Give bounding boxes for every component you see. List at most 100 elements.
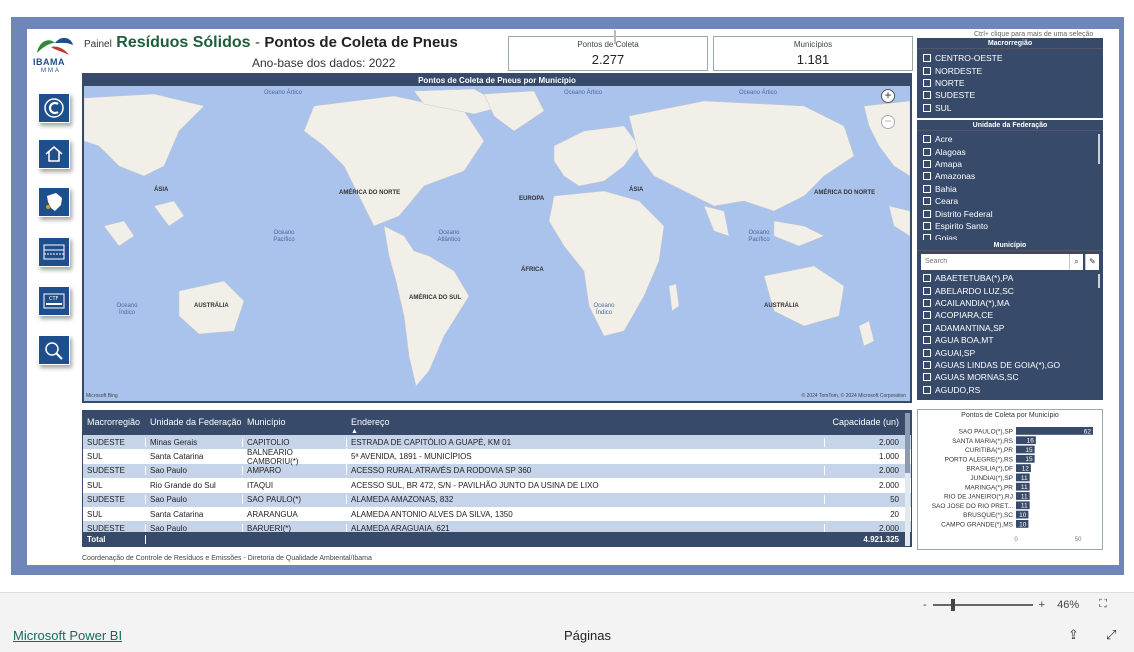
eraser-icon[interactable]: ✎ [1085,254,1099,270]
fullscreen-icon[interactable]: ⤢ [1106,627,1116,643]
checkbox[interactable] [923,348,931,357]
table-cell: 5ª AVENIDA, 1891 - MUNICÍPIOS [347,452,825,462]
world-map-visual[interactable]: Pontos de Coleta de Pneus por Município [82,73,912,403]
nav-brazil-map-button[interactable] [38,187,70,217]
nav-ctf-button[interactable]: CTF [38,286,70,316]
slicer-item[interactable]: NORDESTE [917,64,1103,76]
table-cell: ESTRADA DE CAPITÓLIO A GUAPÉ, KM 01 [347,437,825,447]
table-row[interactable]: SUL Rio Grande do Sul ITAQUI ACESSO SUL, BR… [83,478,911,492]
bar-chart-svg: SAO PAULO(*),SP 62 SANTA MARIA(*),RS 16 CURI… [932,427,1093,543]
slicer-item[interactable]: AGUDO,RS [917,384,1103,396]
slicer-item[interactable]: CENTRO-OESTE [917,52,1103,64]
table-row[interactable]: SUDESTE Minas Gerais CAPITOLIO ESTRADA DE C… [83,435,911,450]
slicer-item[interactable]: Espirito Santo [917,220,1103,232]
slicer-item[interactable]: Amazonas [917,170,1103,182]
checkbox[interactable] [923,336,931,345]
title-main: Resíduos Sólidos [116,34,251,51]
share-icon[interactable]: ⇪ [1068,627,1079,643]
slicer-uf: Unidade da Federação Acre Alagoas Amapa Ama… [917,120,1103,240]
col-header-endereco[interactable]: Endereço ▲ [347,417,825,435]
slicer-item[interactable]: ACOPIARA,CE [917,309,1103,321]
col-header-capacidade[interactable]: Capacidade (un) [825,417,903,427]
checkbox[interactable] [923,274,931,283]
slicer-item[interactable]: NORTE [917,77,1103,89]
checkbox[interactable] [923,103,931,112]
fit-to-page-icon[interactable]: ⛶ [1099,598,1107,611]
slicer-item[interactable]: Bahia [917,183,1103,195]
col-header-municipio[interactable]: Município [243,417,347,427]
slicer-item[interactable]: SUL [917,102,1103,114]
slicer-item[interactable]: SUDESTE [917,89,1103,101]
checkbox[interactable] [923,135,931,144]
slicer-item[interactable]: Acre [917,133,1103,145]
checkbox[interactable] [923,373,931,382]
col-header-macro[interactable]: Macrorregião [83,417,146,427]
zoom-slider-knob[interactable] [950,598,955,611]
checkbox[interactable] [923,311,931,320]
checkbox[interactable] [923,221,931,230]
checkbox[interactable] [923,184,931,193]
slicer-item[interactable]: AGUAS MORNAS,SC [917,371,1103,383]
checkbox[interactable] [923,66,931,75]
checkbox[interactable] [923,159,931,168]
table-cell: 20 [890,509,899,519]
table-cell: SUL [83,509,146,519]
table-cell: BALNEARIO CAMBORIU(*) [243,447,347,466]
checkbox[interactable] [923,147,931,156]
table-row[interactable]: SUL Santa Catarina BALNEARIO CAMBORIU(*) 5ª… [83,447,911,466]
slicer-item[interactable]: Amapa [917,158,1103,170]
slicer-item[interactable]: AGUAI,SP [917,346,1103,358]
table-scrollbar[interactable] [905,413,910,546]
bar[interactable] [1016,427,1093,435]
checkbox[interactable] [923,209,931,218]
slicer-item[interactable]: AGUAS LINDAS DE GOIA(*),GO [917,359,1103,371]
table-cell: SUL [83,452,146,462]
nav-refresh-button[interactable] [38,93,70,123]
checkbox[interactable] [923,286,931,295]
nav-consulta-button[interactable] [38,335,70,365]
map-zoom-in-button[interactable]: + [881,89,895,103]
checkbox[interactable] [923,360,931,369]
nav-table-button[interactable] [38,237,70,267]
municipio-search-input[interactable] [921,254,1069,270]
col-header-uf[interactable]: Unidade da Federação [146,417,243,427]
table-scrollbar-thumb[interactable] [905,413,910,473]
bar-category-label: SAO JOSE DO RIO PRET... [932,503,1013,510]
slicer-item[interactable]: ADAMANTINA,SP [917,322,1103,334]
data-table: Macrorregião Unidade da Federação Municí… [82,410,912,547]
ocean-label: Oceano Ártico [739,90,778,96]
refresh-c-icon [44,98,64,118]
nav-home-button[interactable] [38,139,70,169]
search-icon[interactable]: ⌕ [1069,254,1083,270]
zoom-slider[interactable] [932,598,1033,611]
powerbi-link[interactable]: Microsoft Power BI [13,628,122,643]
map-zoom-out-button[interactable]: − [881,115,895,129]
page-subtitle: Ano-base dos dados: 2022 [252,56,396,70]
slicer-item[interactable]: AGUA BOA,MT [917,334,1103,346]
slicer-item-label: Alagoas [935,146,966,157]
table-row[interactable]: SUL Santa Catarina ARARANGUA ALAMEDA ANTONI… [83,507,911,521]
slicer-item[interactable]: Goias [917,232,1103,240]
checkbox[interactable] [923,323,931,332]
checkbox[interactable] [923,385,931,394]
slicer-scrollbar[interactable] [1098,134,1100,164]
slicer-item[interactable]: Distrito Federal [917,207,1103,219]
checkbox[interactable] [923,54,931,63]
checkbox[interactable] [923,172,931,181]
slicer-item[interactable]: ACAILANDIA(*),MA [917,297,1103,309]
slicer-item[interactable]: Ceara [917,195,1103,207]
zoom-out-button[interactable]: - [923,599,927,611]
checkbox[interactable] [923,298,931,307]
slicer-item[interactable]: ABAETETUBA(*),PA [917,272,1103,284]
checkbox[interactable] [923,91,931,100]
table-row[interactable]: SUDESTE Sao Paulo AMPARO ACESSO RURAL ATRAV… [83,463,911,479]
slicer-scrollbar[interactable] [1098,274,1100,288]
slicer-item[interactable]: ABELARDO LUZ,SC [917,284,1103,296]
checkbox[interactable] [923,78,931,87]
table-row[interactable]: SUDESTE Sao Paulo SAO PAULO(*) ALAMEDA AMAZ… [83,492,911,507]
checkbox[interactable] [923,197,931,206]
zoom-in-button[interactable]: + [1039,599,1045,611]
pages-button[interactable]: Páginas [564,628,611,643]
slicer-item-label: NORTE [935,77,965,88]
slicer-item[interactable]: Alagoas [917,145,1103,157]
